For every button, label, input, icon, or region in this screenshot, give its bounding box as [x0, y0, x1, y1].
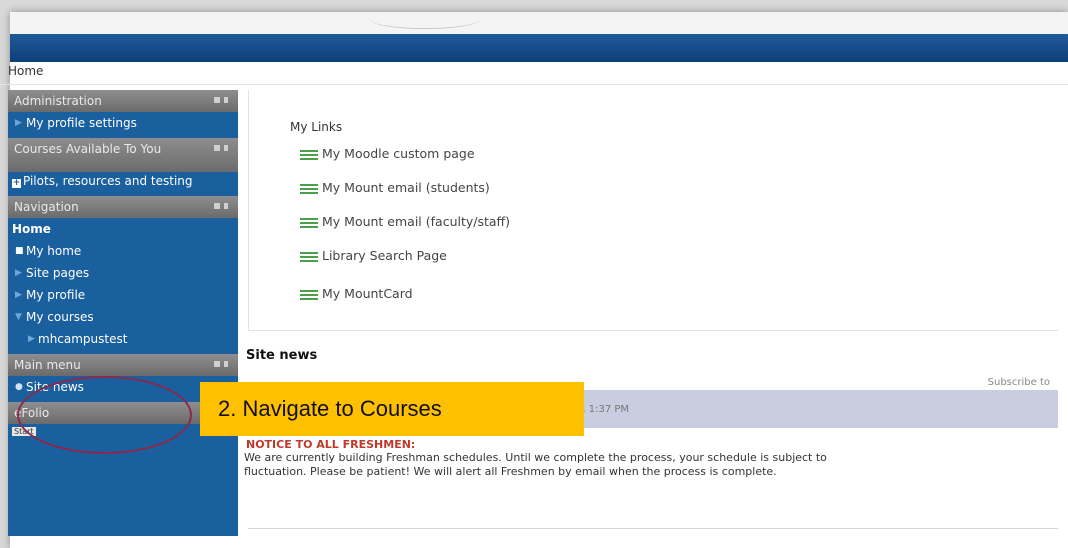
list-icon	[300, 251, 318, 262]
link-email-students[interactable]: My Mount email (students)	[300, 180, 490, 198]
sidebar-item-home[interactable]: Home	[8, 218, 238, 240]
list-icon	[300, 183, 318, 194]
site-news-title: Site news	[246, 348, 318, 363]
breadcrumb[interactable]: Home	[8, 64, 43, 78]
block-controls-icon[interactable]	[214, 97, 230, 105]
block-controls-icon[interactable]	[214, 203, 230, 211]
block-title: Main menu	[14, 358, 81, 372]
notice-body-line-1: We are currently building Freshman sched…	[244, 451, 827, 464]
main-content: My Links My Moodle custom page My Mount …	[244, 90, 1058, 536]
highlight-ring	[17, 376, 192, 454]
sidebar-item-site-pages[interactable]: ▶ Site pages	[8, 262, 238, 284]
sidebar-item-my-home[interactable]: ■ My home	[8, 240, 238, 262]
arrow-down-icon: ▼	[15, 312, 22, 322]
block-title: Courses Available To You	[14, 142, 162, 156]
list-icon	[300, 289, 318, 300]
top-strip	[10, 12, 1068, 34]
plus-icon[interactable]: +	[12, 179, 21, 188]
breadcrumb-divider	[0, 84, 1068, 85]
arrow-right-icon: ▶	[15, 268, 22, 278]
link-moodle-custom-page[interactable]: My Moodle custom page	[300, 146, 475, 164]
sidebar-item-my-profile[interactable]: ▶ My profile	[8, 284, 238, 306]
sidebar-item-pilots[interactable]: + Pilots, resources and testing	[8, 172, 238, 192]
my-links-title: My Links	[290, 120, 343, 134]
instruction-callout: 2. Navigate to Courses	[200, 382, 584, 436]
arrow-right-icon: ▶	[28, 334, 35, 344]
sidebar-item-profile-settings[interactable]: ▶ My profile settings	[8, 112, 238, 134]
block-header-administration[interactable]: Administration	[8, 90, 238, 112]
header-bar	[10, 34, 1068, 62]
subscribe-link[interactable]: Subscribe to	[988, 377, 1050, 388]
block-header-navigation[interactable]: Navigation	[8, 196, 238, 218]
list-icon	[300, 149, 318, 160]
block-controls-icon[interactable]	[214, 361, 230, 369]
sidebar-item-course[interactable]: ▶ mhcampustest	[8, 328, 238, 350]
link-email-faculty[interactable]: My Mount email (faculty/staff)	[300, 214, 510, 232]
notice-body-line-2: fluctuation. Please be patient! We will …	[244, 465, 777, 478]
list-icon	[300, 217, 318, 228]
block-header-courses-available[interactable]: Courses Available To You	[8, 138, 238, 172]
link-mountcard[interactable]: My MountCard	[300, 286, 413, 304]
block-title: Administration	[14, 94, 102, 108]
block-title: Navigation	[14, 200, 79, 214]
square-bullet-icon: ■	[15, 246, 24, 256]
arrow-right-icon: ▶	[15, 290, 22, 300]
arrow-right-icon: ▶	[15, 118, 22, 128]
block-controls-icon[interactable]	[214, 145, 230, 153]
news-icon: ●	[15, 382, 23, 392]
link-library-search[interactable]: Library Search Page	[300, 248, 447, 266]
block-header-main-menu[interactable]: Main menu	[8, 354, 238, 376]
sidebar: Administration ▶ My profile settings Cou…	[8, 90, 238, 536]
notice-title: NOTICE TO ALL FRESHMEN:	[246, 438, 416, 451]
sidebar-item-my-courses[interactable]: ▼ My courses	[8, 306, 238, 328]
